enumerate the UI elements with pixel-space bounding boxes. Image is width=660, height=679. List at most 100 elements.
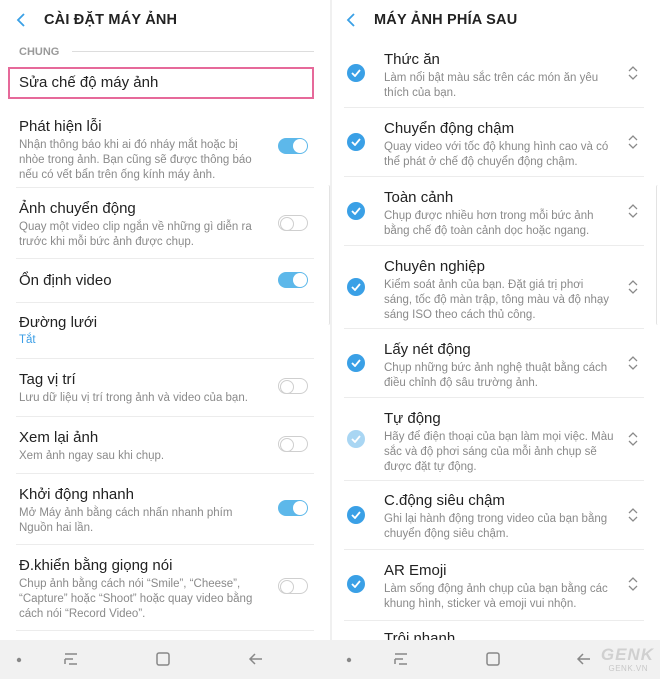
setting-video-stabilization[interactable]: Ổn định video [0, 259, 330, 303]
mode-title: Tự động [384, 410, 441, 427]
dot-icon [16, 657, 22, 663]
setting-review-pictures[interactable]: Xem lại ảnh Xem ảnh ngay sau khi chụp. [0, 417, 330, 473]
mode-food[interactable]: Thức ăn Làm nổi bật màu sắc trên các món… [330, 40, 660, 107]
setting-title: Đường lưới [19, 314, 98, 331]
setting-desc: Xem ảnh ngay sau khi chụp. [19, 450, 165, 462]
setting-title: Ổn định video [19, 272, 112, 289]
mode-title: Chuyển động chậm [384, 120, 515, 137]
mode-super-slow-motion[interactable]: C.động siêu chậm Ghi lại hành động trong… [330, 481, 660, 549]
setting-title: Xem lại ảnh [19, 429, 99, 446]
checkbox-checked[interactable] [347, 278, 365, 296]
checkbox-checked[interactable] [347, 133, 365, 151]
toggle-knob [293, 273, 307, 287]
reorder-handle-icon[interactable] [628, 135, 638, 149]
mode-slow-motion[interactable]: Chuyển động chậm Quay video với tốc độ k… [330, 108, 660, 176]
setting-desc: Quay một video clip ngắn về những gì diễ… [19, 221, 252, 248]
android-nav-bar [0, 640, 660, 679]
reorder-handle-icon[interactable] [628, 280, 638, 294]
scrollbar[interactable] [656, 185, 660, 325]
page-title: MÁY ẢNH PHÍA SAU [374, 12, 518, 28]
mode-panorama[interactable]: Toàn cảnh Chụp được nhiều hơn trong mỗi … [330, 177, 660, 245]
back-icon[interactable] [576, 651, 592, 667]
home-icon[interactable] [155, 651, 171, 667]
mode-desc: Ghi lại hành động trong video của bạn bằ… [384, 513, 608, 540]
reorder-handle-icon[interactable] [628, 66, 638, 80]
camera-settings-pane: CÀI ĐẶT MÁY ẢNH CHUNG Sửa chế độ máy ảnh… [0, 0, 330, 640]
toggle-knob [280, 437, 294, 452]
mode-title: Trôi nhanh [384, 630, 456, 640]
mode-desc: Làm sống động ảnh chụp của bạn bằng các … [384, 583, 608, 610]
mode-title: C.động siêu chậm [384, 492, 505, 509]
setting-motion-photo[interactable]: Ảnh chuyển động Quay một video clip ngắn… [0, 188, 330, 258]
flaw-detection-toggle[interactable] [278, 138, 308, 154]
header: CÀI ĐẶT MÁY ẢNH [0, 0, 330, 40]
setting-title: Đ.khiển bằng giọng nói [19, 557, 173, 574]
setting-desc: Nhận thông báo khi ai đó nháy mắt hoặc b… [19, 139, 252, 181]
setting-desc: Chụp ảnh bằng cách nói “Smile”, “Cheese”… [19, 578, 253, 620]
page-title: CÀI ĐẶT MÁY ẢNH [44, 12, 178, 28]
header: MÁY ẢNH PHÍA SAU [330, 0, 660, 40]
edit-camera-modes-label: Sửa chế độ máy ảnh [19, 74, 159, 91]
mode-desc: Chụp những bức ảnh nghệ thuật bằng cách … [384, 362, 608, 389]
review-pictures-toggle[interactable] [278, 436, 308, 452]
mode-desc: Kiểm soát ảnh của bạn. Đặt giá trị phơi … [384, 279, 610, 321]
toggle-knob [293, 139, 307, 153]
voice-control-toggle[interactable] [278, 578, 308, 594]
mode-pro[interactable]: Chuyên nghiệp Kiểm soát ảnh của bạn. Đặt… [330, 246, 660, 328]
toggle-knob [280, 579, 294, 594]
reorder-handle-icon[interactable] [628, 204, 638, 218]
checkbox-checked[interactable] [347, 354, 365, 372]
mode-desc: Làm nổi bật màu sắc trên các món ăn yêu … [384, 72, 599, 99]
dot-icon [346, 657, 352, 663]
setting-desc: Lưu dữ liệu vị trí trong ảnh và video củ… [19, 392, 248, 404]
recent-apps-icon[interactable] [392, 651, 410, 667]
mode-desc: Quay video với tốc độ khung hình cao và … [384, 141, 609, 168]
reorder-handle-icon[interactable] [628, 356, 638, 370]
setting-title: Phát hiện lỗi [19, 118, 102, 135]
mode-desc: Hãy để điện thoại của bạn làm mọi việc. … [384, 431, 614, 473]
checkbox-checked[interactable] [347, 64, 365, 82]
mode-title: Thức ăn [384, 51, 440, 68]
mode-title: AR Emoji [384, 562, 447, 579]
section-header-general: CHUNG [19, 46, 60, 58]
quick-launch-toggle[interactable] [278, 500, 308, 516]
video-stabilization-toggle[interactable] [278, 272, 308, 288]
watermark-logo: GENK [600, 645, 654, 664]
divider [16, 630, 314, 631]
reorder-handle-icon[interactable] [628, 508, 638, 522]
setting-title: Khởi động nhanh [19, 486, 134, 503]
location-tags-toggle[interactable] [278, 378, 308, 394]
reorder-handle-icon[interactable] [628, 432, 638, 446]
checkbox-checked-disabled [347, 430, 365, 448]
divider [72, 51, 314, 52]
setting-voice-control[interactable]: Đ.khiển bằng giọng nói Chụp ảnh bằng các… [0, 545, 330, 630]
back-arrow-icon[interactable] [346, 13, 360, 27]
setting-location-tags[interactable]: Tag vị trí Lưu dữ liệu vị trí trong ảnh … [0, 359, 330, 416]
setting-quick-launch[interactable]: Khởi động nhanh Mở Máy ảnh bằng cách nhấ… [0, 474, 330, 544]
setting-desc: Mở Máy ảnh bằng cách nhấn nhanh phím Ngu… [19, 507, 233, 534]
setting-value: Tắt [19, 334, 36, 346]
home-icon[interactable] [485, 651, 501, 667]
checkbox-checked[interactable] [347, 575, 365, 593]
toggle-knob [280, 379, 294, 394]
toggle-knob [280, 216, 294, 231]
back-arrow-icon[interactable] [16, 13, 30, 27]
motion-photo-toggle[interactable] [278, 215, 308, 231]
checkbox-checked[interactable] [347, 506, 365, 524]
back-icon[interactable] [248, 651, 264, 667]
setting-flaw-detection[interactable]: Phát hiện lỗi Nhận thông báo khi ai đó n… [0, 108, 330, 188]
mode-live-focus[interactable]: Lấy nét động Chụp những bức ảnh nghệ thu… [330, 329, 660, 397]
setting-title: Tag vị trí [19, 371, 76, 388]
setting-title: Ảnh chuyển động [19, 200, 136, 217]
mode-title: Chuyên nghiệp [384, 258, 485, 275]
checkbox-checked[interactable] [347, 202, 365, 220]
watermark-site: GENK.VN [608, 664, 648, 673]
recent-apps-icon[interactable] [62, 651, 80, 667]
mode-hyperlapse[interactable]: Trôi nhanh [330, 621, 660, 640]
mode-auto[interactable]: Tự động Hãy để điện thoại của bạn làm mọ… [330, 398, 660, 480]
mode-title: Lấy nét động [384, 341, 471, 358]
mode-desc: Chụp được nhiều hơn trong mỗi bức ảnh bằ… [384, 210, 594, 237]
mode-ar-emoji[interactable]: AR Emoji Làm sống động ảnh chụp của bạn … [330, 550, 660, 620]
setting-grid-lines[interactable]: Đường lưới Tắt [0, 303, 330, 358]
reorder-handle-icon[interactable] [628, 577, 638, 591]
